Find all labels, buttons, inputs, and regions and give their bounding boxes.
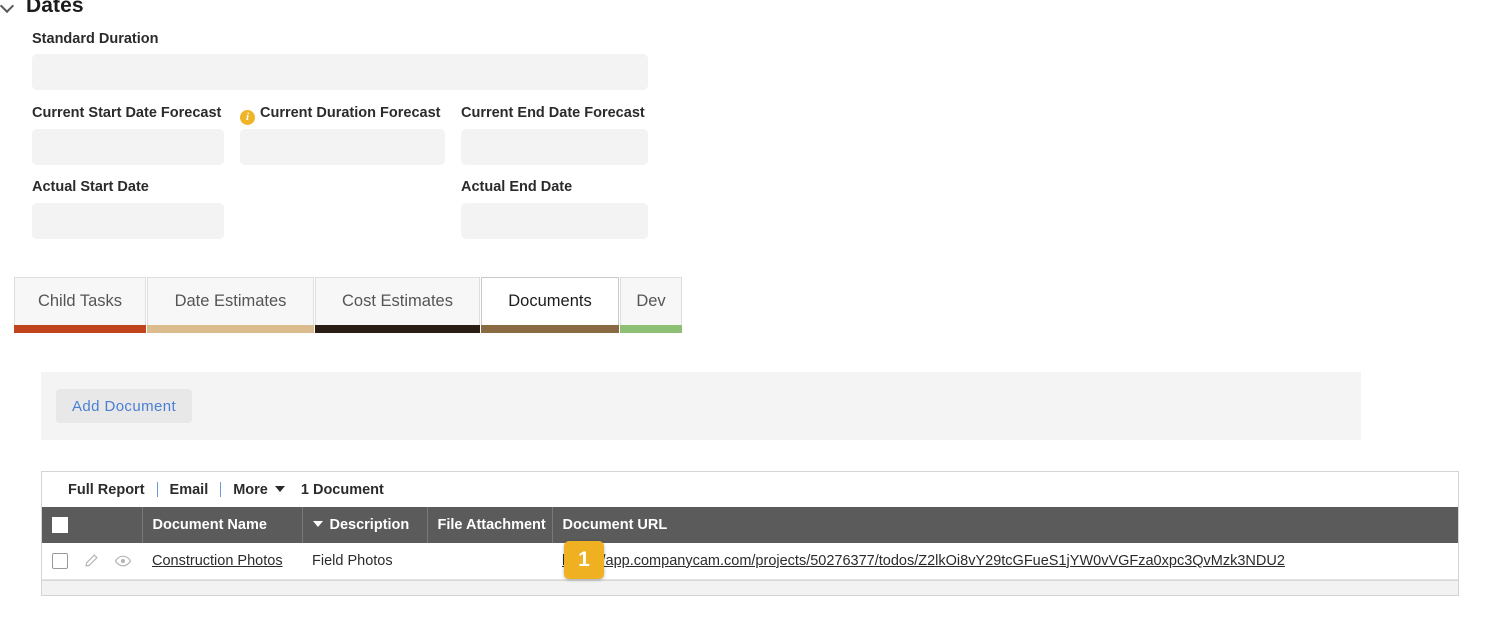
label-current-start-date-forecast: Current Start Date Forecast <box>32 105 222 121</box>
tab-cost-estimates-underline <box>315 325 480 333</box>
tab-child-tasks-label: Child Tasks <box>37 292 123 310</box>
dates-section-header[interactable]: Dates <box>0 0 84 18</box>
list-toolbar: Full Report Email More 1 Document <box>42 472 1458 507</box>
more-menu-button[interactable]: More <box>233 482 285 498</box>
info-circle-icon[interactable]: i <box>240 110 255 125</box>
tab-child-tasks[interactable]: Child Tasks <box>14 277 146 333</box>
table-row: Construction Photos Field Photos https:/… <box>42 543 1458 580</box>
input-current-end-date-forecast[interactable] <box>461 129 648 165</box>
input-current-start-date-forecast[interactable] <box>32 129 224 165</box>
page-title: Dates <box>26 0 84 17</box>
label-current-end-date-forecast: Current End Date Forecast <box>461 105 645 121</box>
column-header-document-url[interactable]: Document URL <box>552 507 1458 543</box>
document-url-link[interactable]: https://app.companycam.com/projects/5027… <box>562 553 1285 569</box>
tab-documents-label: Documents <box>508 292 592 310</box>
chevron-down-icon[interactable] <box>0 0 16 14</box>
tab-cost-estimates[interactable]: Cost Estimates <box>315 277 480 333</box>
eye-icon[interactable] <box>114 553 132 569</box>
cell-document-name: Construction Photos <box>142 543 302 580</box>
column-header-select-all[interactable] <box>42 507 143 543</box>
full-report-link[interactable]: Full Report <box>68 482 145 498</box>
table-body: Construction Photos Field Photos https:/… <box>42 543 1458 580</box>
tab-date-estimates-label: Date Estimates <box>174 292 287 310</box>
label-standard-duration: Standard Duration <box>32 31 159 47</box>
document-name-link[interactable]: Construction Photos <box>152 553 283 569</box>
documents-table: Document Name Description File Attachmen… <box>42 507 1458 580</box>
tab-bar: Child Tasks Date Estimates Cost Estimate… <box>14 277 683 333</box>
cell-row-actions <box>42 543 142 580</box>
input-current-duration-forecast[interactable] <box>240 129 445 165</box>
table-header: Document Name Description File Attachmen… <box>42 507 1458 543</box>
toolbar-divider <box>156 482 158 497</box>
cell-document-url: https://app.companycam.com/projects/5027… <box>552 543 1458 580</box>
tab-cost-estimates-label: Cost Estimates <box>342 292 453 310</box>
tab-documents-underline <box>481 325 619 333</box>
input-standard-duration[interactable] <box>32 54 648 90</box>
label-actual-end-date: Actual End Date <box>461 179 573 195</box>
row-checkbox[interactable] <box>52 552 68 569</box>
tab-documents[interactable]: Documents <box>481 277 619 333</box>
label-current-duration-forecast-text: Current Duration Forecast <box>260 105 441 121</box>
list-footer <box>42 579 1458 595</box>
cell-description: Field Photos <box>302 543 427 580</box>
add-document-button[interactable]: Add Document <box>56 389 193 423</box>
caret-down-icon <box>274 485 285 492</box>
column-header-description-label: Description <box>329 517 410 533</box>
label-current-duration-forecast: i Current Duration Forecast <box>240 104 440 125</box>
pencil-icon[interactable] <box>83 553 99 569</box>
documents-related-list: Full Report Email More 1 Document Docume… <box>41 471 1459 596</box>
tab-child-tasks-underline <box>14 325 146 333</box>
tab-dev-underline <box>620 325 682 333</box>
toolbar-divider <box>220 482 222 497</box>
tab-dev[interactable]: Dev <box>620 277 682 333</box>
more-menu-label: More <box>233 481 268 498</box>
email-link[interactable]: Email <box>170 482 209 498</box>
tab-dev-label: Dev <box>636 292 666 310</box>
label-actual-start-date: Actual Start Date <box>32 179 149 195</box>
document-action-panel: Add Document <box>41 372 1361 440</box>
table-header-row: Document Name Description File Attachmen… <box>42 507 1458 543</box>
document-count-label: 1 Document <box>300 481 384 498</box>
input-actual-start-date[interactable] <box>32 203 224 239</box>
tab-date-estimates-underline <box>147 325 314 333</box>
column-header-description[interactable]: Description <box>302 507 428 543</box>
input-actual-end-date[interactable] <box>461 203 648 239</box>
select-all-checkbox[interactable] <box>52 517 68 534</box>
sort-caret-down-icon <box>312 521 323 527</box>
column-header-file-attachment[interactable]: File Attachment <box>427 507 553 543</box>
column-header-document-name[interactable]: Document Name <box>142 507 303 543</box>
tab-date-estimates[interactable]: Date Estimates <box>147 277 314 333</box>
cell-file-attachment <box>427 543 552 580</box>
step-marker-badge: 1 <box>564 541 604 579</box>
